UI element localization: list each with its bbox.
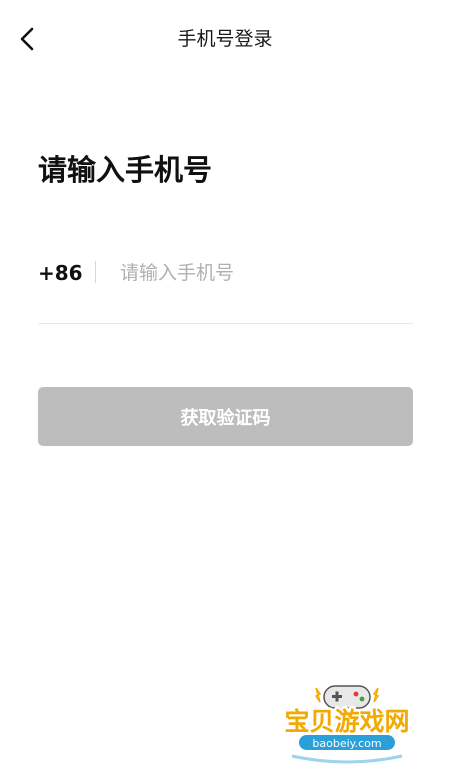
divider [95,261,96,283]
page-title: 手机号登录 [177,28,273,50]
get-verification-code-label: 获取验证码 [180,407,271,429]
get-verification-code-button[interactable]: 获取验证码 [38,387,413,446]
svg-text:宝贝游戏网: 宝贝游戏网 [284,707,409,736]
country-code-selector[interactable]: +86 [38,260,83,286]
login-heading: 请输入手机号 [38,153,213,187]
phone-number-input[interactable] [120,255,405,291]
watermark-logo: 宝贝游戏网 宝贝游戏网 baobeiy.com [272,682,422,768]
svg-text:baobeiy.com: baobeiy.com [312,737,381,750]
nav-bar: 手机号登录 [0,0,450,78]
phone-field-row: +86 [38,245,413,324]
